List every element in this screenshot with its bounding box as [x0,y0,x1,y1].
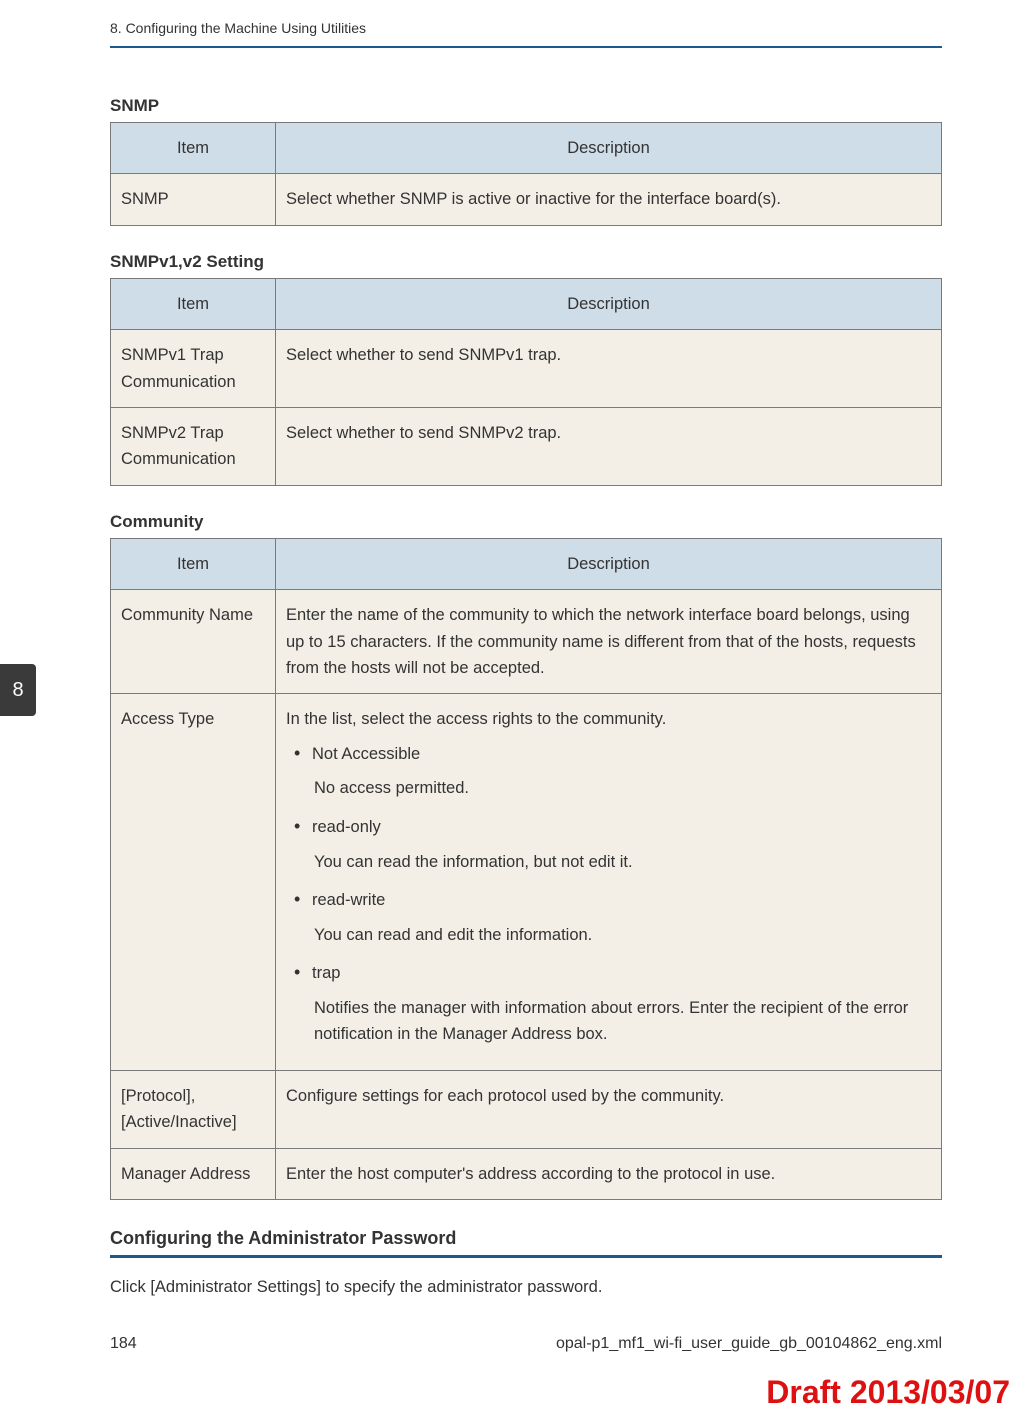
table-header-desc: Description [276,538,942,589]
header-rule [110,46,942,48]
cell-item: SNMP [111,174,276,225]
cell-item: SNMPv1 Trap Communication [111,330,276,408]
chapter-tab: 8 [0,664,36,716]
cell-item: SNMPv2 Trap Communication [111,407,276,485]
cell-item: Access Type [111,694,276,1071]
table-row: SNMPv2 Trap Communication Select whether… [111,407,942,485]
table-row: SNMPv1 Trap Communication Select whether… [111,330,942,408]
bullet-head: trap [314,964,340,982]
table-snmp: Item Description SNMP Select whether SNM… [110,122,942,226]
table-header-item: Item [111,278,276,329]
bullet-sub: No access permitted. [314,775,931,801]
page-number: 184 [110,1335,137,1353]
bullet-sub: Notifies the manager with information ab… [314,995,931,1048]
table-row: Access Type In the list, select the acce… [111,694,942,1071]
cell-desc: Enter the host computer's address accord… [276,1148,942,1199]
table-row: SNMP Select whether SNMP is active or in… [111,174,942,225]
cell-desc: Select whether to send SNMPv2 trap. [276,407,942,485]
page-footer: 184 opal-p1_mf1_wi-fi_user_guide_gb_0010… [110,1335,942,1353]
list-item: Not Accessible No access permitted. [286,739,931,802]
table-header-desc: Description [276,278,942,329]
subsection-rule [110,1255,942,1258]
cell-desc: Select whether to send SNMPv1 trap. [276,330,942,408]
table-snmpv1v2: Item Description SNMPv1 Trap Communicati… [110,278,942,486]
bullet-sub: You can read and edit the information. [314,922,931,948]
access-type-intro: In the list, select the access rights to… [286,710,666,728]
section-title-snmpv1v2: SNMPv1,v2 Setting [110,252,942,272]
table-header-item: Item [111,123,276,174]
bullet-sub: You can read the information, but not ed… [314,849,931,875]
draft-stamp: Draft 2013/03/07 [766,1374,1010,1411]
bullet-head: read-write [314,891,385,909]
cell-desc: In the list, select the access rights to… [276,694,942,1071]
list-item: read-only You can read the information, … [286,812,931,875]
cell-desc: Configure settings for each protocol use… [276,1070,942,1148]
cell-item: Community Name [111,590,276,694]
cell-desc: Enter the name of the community to which… [276,590,942,694]
table-header-item: Item [111,538,276,589]
list-item: trap Notifies the manager with informati… [286,958,931,1048]
list-item: read-write You can read and edit the inf… [286,885,931,948]
cell-desc: Select whether SNMP is active or inactiv… [276,174,942,225]
bullet-head: Not Accessible [314,745,420,763]
section-title-community: Community [110,512,942,532]
document-id: opal-p1_mf1_wi-fi_user_guide_gb_00104862… [556,1335,942,1353]
cell-item: Manager Address [111,1148,276,1199]
table-community: Item Description Community Name Enter th… [110,538,942,1200]
table-header-desc: Description [276,123,942,174]
table-row: Community Name Enter the name of the com… [111,590,942,694]
cell-item: [Protocol], [Active/Inactive] [111,1070,276,1148]
subsection-title: Configuring the Administrator Password [110,1228,942,1249]
subsection-body: Click [Administrator Settings] to specif… [110,1274,942,1300]
page-header: 8. Configuring the Machine Using Utiliti… [110,20,942,46]
table-row: [Protocol], [Active/Inactive] Configure … [111,1070,942,1148]
bullet-head: read-only [314,818,381,836]
access-type-bullets: Not Accessible No access permitted. read… [286,739,931,1048]
table-row: Manager Address Enter the host computer'… [111,1148,942,1199]
section-title-snmp: SNMP [110,96,942,116]
